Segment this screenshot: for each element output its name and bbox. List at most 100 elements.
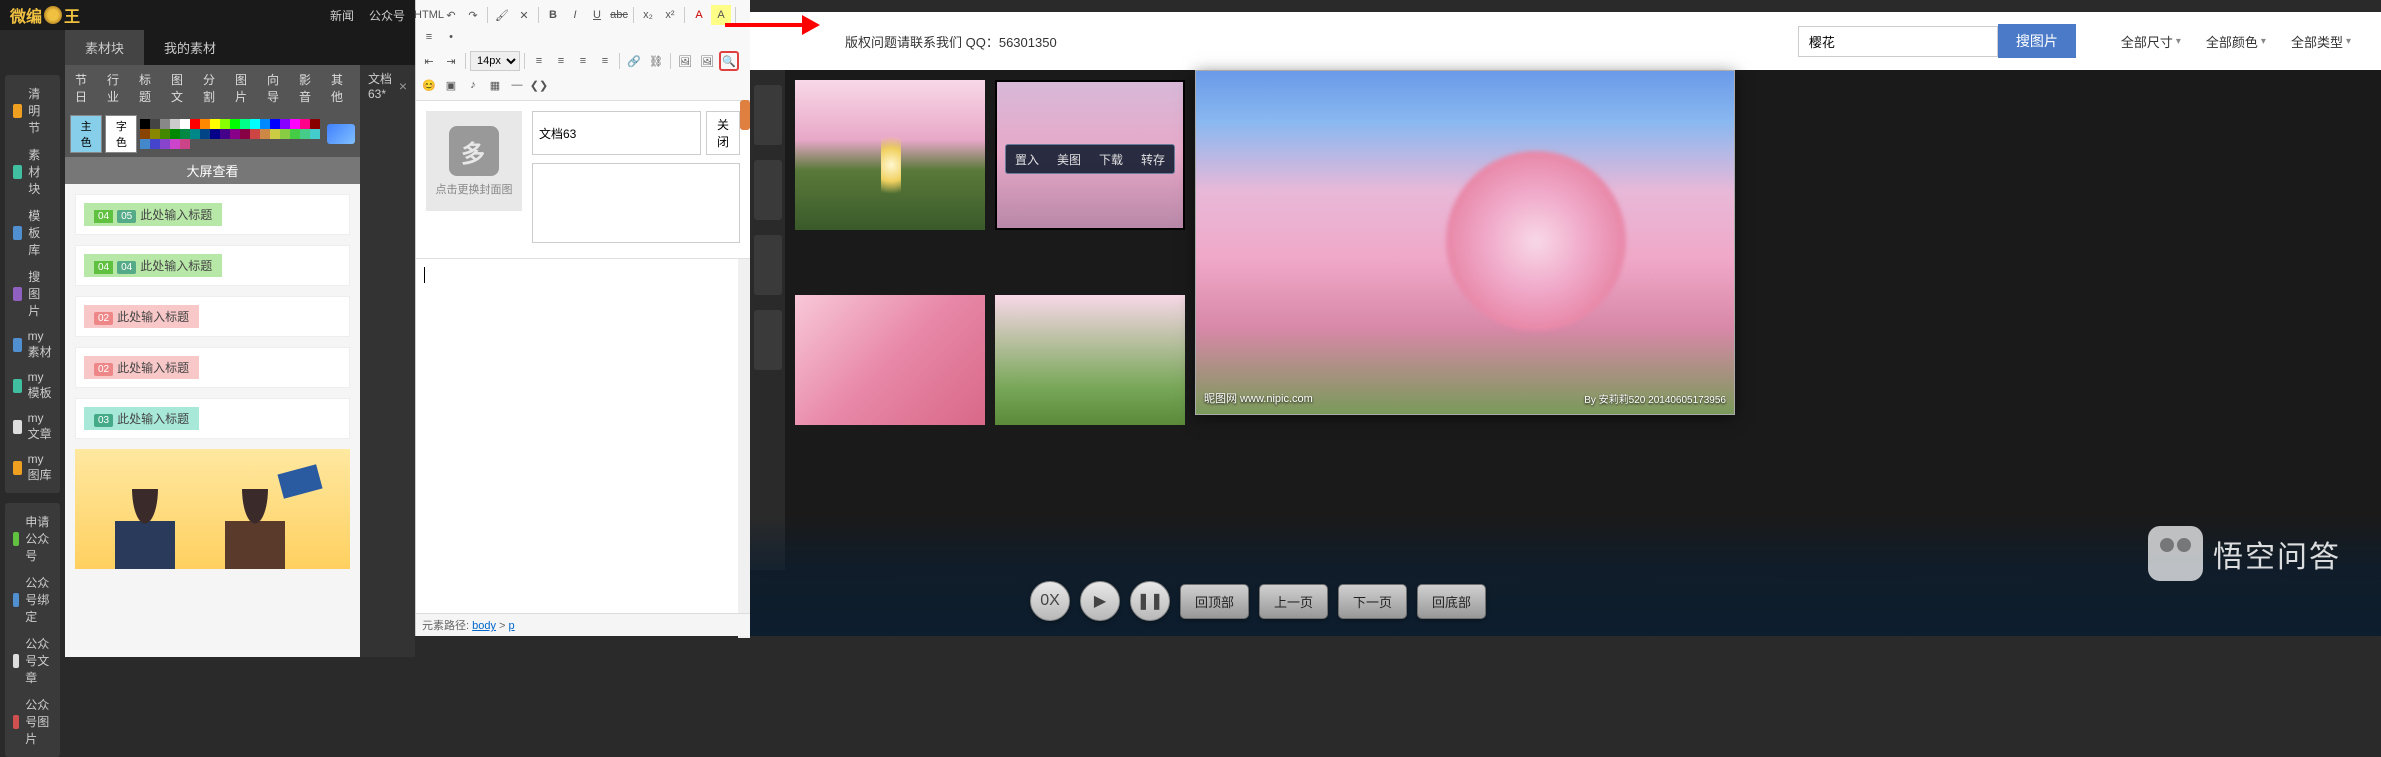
- color-swatch[interactable]: [250, 119, 260, 129]
- pause-button[interactable]: ❚❚: [1130, 581, 1170, 621]
- sidebar-item-account-article[interactable]: 公众号文章: [5, 630, 60, 691]
- next-page-button[interactable]: 下一页: [1338, 584, 1407, 619]
- color-swatch[interactable]: [220, 119, 230, 129]
- hr-button[interactable]: —: [507, 75, 527, 95]
- undo-button[interactable]: ↶: [441, 5, 461, 25]
- search-button[interactable]: 搜图片: [1998, 24, 2076, 58]
- color-swatch[interactable]: [240, 129, 250, 139]
- color-swatch[interactable]: [140, 129, 150, 139]
- color-swatch[interactable]: [170, 129, 180, 139]
- color-swatch[interactable]: [270, 119, 280, 129]
- bold-button[interactable]: B: [543, 5, 563, 25]
- scrollbar-thumb[interactable]: [740, 100, 750, 130]
- illustration-block[interactable]: [75, 449, 350, 569]
- link-news[interactable]: 新闻: [330, 7, 354, 24]
- play-button[interactable]: ▶: [1080, 581, 1120, 621]
- action-insert[interactable]: 置入: [1015, 151, 1039, 168]
- prev-page-button[interactable]: 上一页: [1259, 584, 1328, 619]
- superscript-button[interactable]: x²: [660, 5, 680, 25]
- sidebar-item-qingming[interactable]: 清明节: [5, 80, 60, 141]
- tab-material-blocks[interactable]: 素材块: [65, 30, 144, 65]
- align-left-button[interactable]: ≡: [529, 51, 549, 71]
- italic-button[interactable]: I: [565, 5, 585, 25]
- sidebar-item-my-template[interactable]: my模板: [5, 365, 60, 406]
- video-button[interactable]: ▣: [441, 75, 461, 95]
- sidebar-item-blocks[interactable]: 素材块: [5, 141, 60, 202]
- format-brush-button[interactable]: 🖌: [492, 5, 512, 25]
- color-swatch[interactable]: [280, 119, 290, 129]
- clear-format-button[interactable]: ✕: [514, 5, 534, 25]
- emoji-button[interactable]: 😊: [419, 75, 439, 95]
- scroll-top-button[interactable]: 回顶部: [1180, 584, 1249, 619]
- underline-button[interactable]: U: [587, 5, 607, 25]
- color-swatch[interactable]: [300, 129, 310, 139]
- image-thumbnail-4[interactable]: [995, 295, 1185, 425]
- html-source-button[interactable]: HTML: [419, 5, 439, 25]
- ordered-list-button[interactable]: ≡: [419, 27, 439, 47]
- sidebar-item-my-article[interactable]: my文章: [5, 406, 60, 447]
- document-description-textarea[interactable]: [532, 163, 740, 243]
- cat-industry[interactable]: 行业: [102, 68, 131, 108]
- document-title-input[interactable]: [532, 111, 701, 155]
- strikethrough-button[interactable]: abc: [609, 5, 629, 25]
- strip-item[interactable]: [754, 310, 782, 370]
- editor-content-area[interactable]: [416, 258, 750, 638]
- block-item[interactable]: 05此处输入标题: [75, 194, 350, 235]
- table-button[interactable]: ▦: [485, 75, 505, 95]
- action-save[interactable]: 转存: [1141, 151, 1165, 168]
- color-swatch[interactable]: [150, 129, 160, 139]
- color-swatch[interactable]: [290, 129, 300, 139]
- cat-image-text[interactable]: 图文: [166, 68, 195, 108]
- align-center-button[interactable]: ≡: [551, 51, 571, 71]
- block-item[interactable]: 02此处输入标题: [75, 347, 350, 388]
- align-justify-button[interactable]: ≡: [595, 51, 615, 71]
- sidebar-item-account-image[interactable]: 公众号图片: [5, 691, 60, 752]
- playback-rate-button[interactable]: 0X: [1030, 581, 1070, 621]
- cover-image-picker[interactable]: 点击更换封面图: [426, 111, 522, 211]
- filter-size[interactable]: 全部尺寸: [2121, 32, 2181, 51]
- color-swatch[interactable]: [280, 129, 290, 139]
- close-icon[interactable]: ×: [399, 78, 407, 94]
- image-thumbnail-3[interactable]: [795, 295, 985, 425]
- undo-icon[interactable]: [327, 124, 355, 144]
- sidebar-item-bind-account[interactable]: 公众号绑定: [5, 569, 60, 630]
- scroll-bottom-button[interactable]: 回底部: [1417, 584, 1486, 619]
- color-swatch[interactable]: [180, 119, 190, 129]
- sidebar-item-my-gallery[interactable]: my图库: [5, 447, 60, 488]
- search-input[interactable]: [1798, 26, 1998, 57]
- action-download[interactable]: 下载: [1099, 151, 1123, 168]
- color-swatch[interactable]: [240, 119, 250, 129]
- strip-item[interactable]: [754, 160, 782, 220]
- cat-media[interactable]: 影音: [294, 68, 323, 108]
- color-swatch[interactable]: [160, 129, 170, 139]
- outdent-button[interactable]: ⇤: [419, 51, 439, 71]
- color-swatch[interactable]: [180, 129, 190, 139]
- color-swatch[interactable]: [200, 119, 210, 129]
- color-swatch[interactable]: [250, 129, 260, 139]
- color-swatch[interactable]: [230, 129, 240, 139]
- search-image-button[interactable]: 🔍: [719, 51, 739, 71]
- color-swatch[interactable]: [190, 119, 200, 129]
- color-swatch[interactable]: [310, 119, 320, 129]
- app-logo[interactable]: 微编 王: [10, 3, 80, 27]
- color-swatch[interactable]: [260, 129, 270, 139]
- unordered-list-button[interactable]: •: [441, 27, 461, 47]
- color-swatch[interactable]: [170, 119, 180, 129]
- color-swatch[interactable]: [210, 119, 220, 129]
- block-item[interactable]: 04此处输入标题: [75, 245, 350, 286]
- color-swatch[interactable]: [290, 119, 300, 129]
- path-p-link[interactable]: p: [509, 620, 515, 632]
- redo-button[interactable]: ↷: [463, 5, 483, 25]
- main-color-button[interactable]: 主色: [70, 115, 102, 153]
- color-swatch[interactable]: [200, 129, 210, 139]
- color-swatch[interactable]: [170, 139, 180, 149]
- multi-image-button[interactable]: 🖼: [697, 51, 717, 71]
- color-swatch[interactable]: [210, 129, 220, 139]
- color-swatch[interactable]: [190, 129, 200, 139]
- code-button[interactable]: ❮❯: [529, 75, 549, 95]
- image-thumbnail-1[interactable]: [795, 80, 985, 230]
- blocks-list[interactable]: 大屏查看 05此处输入标题 04此处输入标题 02此处输入标题 02此处输入标题…: [65, 157, 360, 657]
- audio-button[interactable]: ♪: [463, 75, 483, 95]
- image-preview[interactable]: 昵图网 www.nipic.com By 安莉莉520 201406051739…: [1195, 70, 1735, 415]
- action-beautify[interactable]: 美图: [1057, 151, 1081, 168]
